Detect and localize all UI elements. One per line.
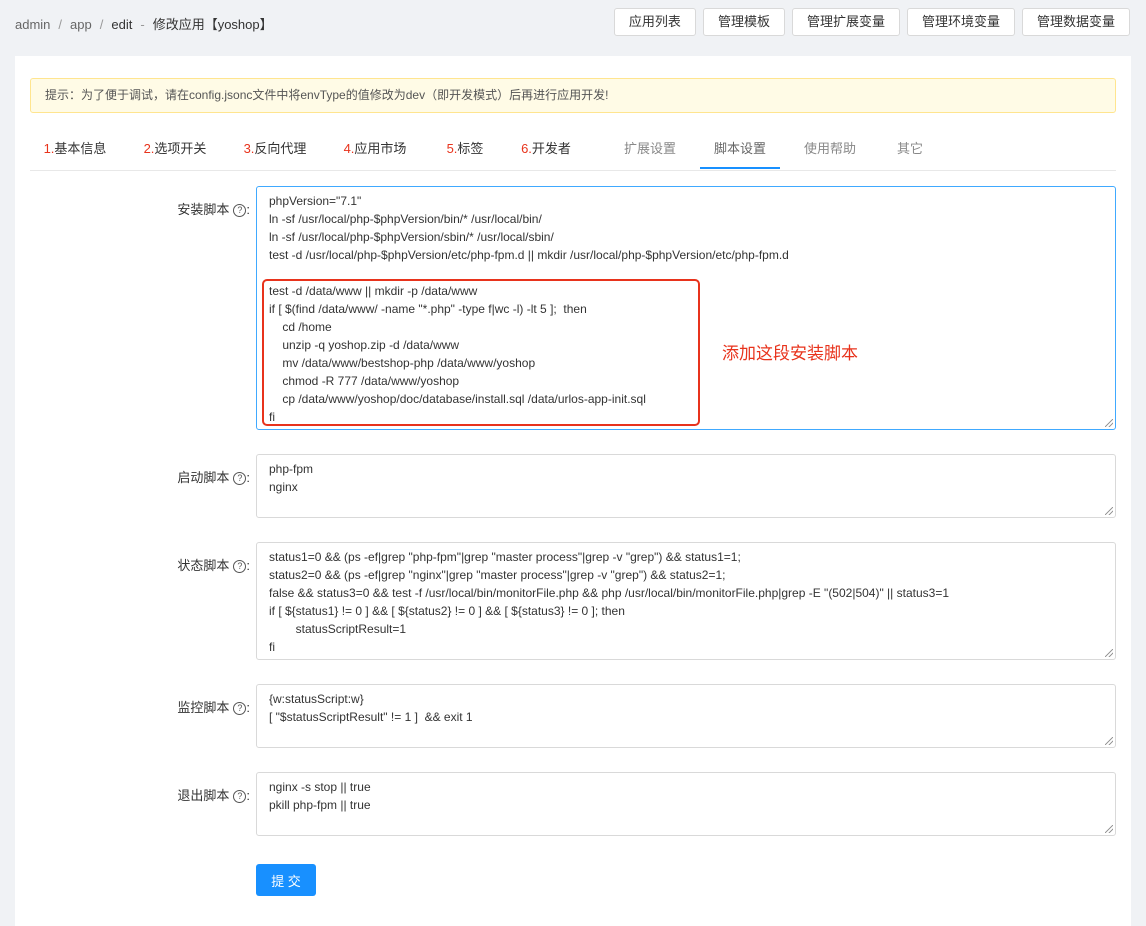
monitor-script-label-text: 监控脚本 xyxy=(177,700,230,715)
tab-label: 脚本设置 xyxy=(713,141,766,156)
tab-label: 扩展设置 xyxy=(623,141,676,156)
tab-label: 选项开关 xyxy=(154,141,207,156)
status-script-label-text: 状态脚本 xyxy=(177,558,230,573)
help-icon[interactable]: ? xyxy=(233,790,247,803)
app-list-button[interactable]: 应用列表 xyxy=(613,8,696,36)
tab-label: 基本信息 xyxy=(54,141,107,156)
tab-label: 开发者 xyxy=(531,141,571,156)
tab-developer[interactable]: 6.开发者 xyxy=(506,134,586,169)
tab-label: 使用帮助 xyxy=(803,141,856,156)
breadcrumb-app[interactable]: app xyxy=(70,17,92,32)
tab-label: 标签 xyxy=(457,141,484,156)
tab-basic-info[interactable]: 1.基本信息 xyxy=(30,134,120,169)
monitor-script-label: 监控脚本?: xyxy=(135,697,250,716)
resize-handle-icon[interactable] xyxy=(1105,737,1113,745)
status-script-label: 状态脚本?: xyxy=(135,555,250,574)
status-script-textarea[interactable]: status1=0 && (ps -ef|grep "php-fpm"|grep… xyxy=(256,542,1116,660)
dev-mode-notice: 提示：为了便于调试，请在config.jsonc文件中将envType的值修改为… xyxy=(30,78,1116,113)
tab-script-settings[interactable]: 脚本设置 xyxy=(700,134,780,169)
tab-bar: 1.基本信息 2.选项开关 3.反向代理 4.应用市场 5.标签 6.开发者 扩… xyxy=(30,134,1116,171)
manage-data-vars-button[interactable]: 管理数据变量 xyxy=(1021,8,1130,36)
breadcrumb-separator: / xyxy=(99,17,104,32)
annotation-text: 添加这段安装脚本 xyxy=(722,344,858,363)
start-script-label: 启动脚本?: xyxy=(135,467,250,486)
tab-number: 6. xyxy=(521,141,532,156)
breadcrumb-admin[interactable]: admin xyxy=(15,17,50,32)
tab-number: 1. xyxy=(43,141,55,156)
install-script-label-text: 安装脚本 xyxy=(177,202,230,217)
help-icon[interactable]: ? xyxy=(233,702,247,715)
label-colon: : xyxy=(246,788,250,803)
top-bar: admin / app / edit - 修改应用【yoshop】 应用列表 管理模板 管理… xyxy=(0,0,1146,44)
monitor-script-content: {w:statusScript:w} [ "$statusScriptResul… xyxy=(269,692,473,724)
tab-option-switches[interactable]: 2.选项开关 xyxy=(130,134,220,169)
label-colon: : xyxy=(246,558,250,573)
exit-script-textarea[interactable]: nginx -s stop || true pkill php-fpm || t… xyxy=(256,772,1116,836)
tab-reverse-proxy[interactable]: 3.反向代理 xyxy=(230,134,320,169)
tab-number: 3. xyxy=(243,141,255,156)
tab-number: 5. xyxy=(446,141,458,156)
breadcrumb-separator: / xyxy=(58,17,63,32)
exit-script-content: nginx -s stop || true pkill php-fpm || t… xyxy=(269,780,371,812)
tab-usage-help[interactable]: 使用帮助 xyxy=(790,134,870,169)
main-panel: 提示：为了便于调试，请在config.jsonc文件中将envType的值修改为… xyxy=(15,56,1131,926)
exit-script-label: 退出脚本?: xyxy=(135,785,250,804)
monitor-script-textarea[interactable]: {w:statusScript:w} [ "$statusScriptResul… xyxy=(256,684,1116,748)
label-colon: : xyxy=(246,700,250,715)
manage-extension-vars-button[interactable]: 管理扩展变量 xyxy=(791,8,900,36)
resize-handle-icon[interactable] xyxy=(1105,507,1113,515)
breadcrumb-edit: edit xyxy=(111,17,133,32)
label-colon: : xyxy=(246,202,250,217)
breadcrumb-title-separator: - xyxy=(140,17,145,32)
tab-label: 其它 xyxy=(896,141,923,156)
install-script-label: 安装脚本?: xyxy=(135,199,250,218)
tab-extension-settings[interactable]: 扩展设置 xyxy=(610,134,690,169)
start-script-content: php-fpm nginx xyxy=(269,462,314,494)
manage-env-vars-button[interactable]: 管理环境变量 xyxy=(906,8,1015,36)
tab-app-market[interactable]: 4.应用市场 xyxy=(330,134,420,169)
tab-label: 应用市场 xyxy=(354,141,407,156)
top-button-group: 应用列表 管理模板 管理扩展变量 管理环境变量 管理数据变量 xyxy=(613,8,1130,36)
help-icon[interactable]: ? xyxy=(233,560,247,573)
resize-handle-icon[interactable] xyxy=(1105,825,1113,833)
tab-number: 2. xyxy=(143,141,155,156)
page-title: 修改应用【yoshop】 xyxy=(152,17,273,32)
tab-number: 4. xyxy=(343,141,355,156)
resize-handle-icon[interactable] xyxy=(1105,649,1113,657)
help-icon[interactable]: ? xyxy=(233,472,247,485)
manage-templates-button[interactable]: 管理模板 xyxy=(702,8,785,36)
start-script-textarea[interactable]: php-fpm nginx xyxy=(256,454,1116,518)
install-script-highlight-box xyxy=(262,279,700,426)
tab-tags[interactable]: 5.标签 xyxy=(430,134,500,169)
tab-other[interactable]: 其它 xyxy=(880,134,940,169)
label-colon: : xyxy=(246,470,250,485)
resize-handle-icon[interactable] xyxy=(1105,419,1113,427)
help-icon[interactable]: ? xyxy=(233,204,247,217)
start-script-label-text: 启动脚本 xyxy=(177,470,230,485)
breadcrumb: admin / app / edit - 修改应用【yoshop】 xyxy=(15,14,273,33)
tab-label: 反向代理 xyxy=(254,141,307,156)
exit-script-label-text: 退出脚本 xyxy=(177,788,230,803)
submit-button[interactable]: 提 交 xyxy=(256,864,316,896)
status-script-content: status1=0 && (ps -ef|grep "php-fpm"|grep… xyxy=(269,550,949,654)
